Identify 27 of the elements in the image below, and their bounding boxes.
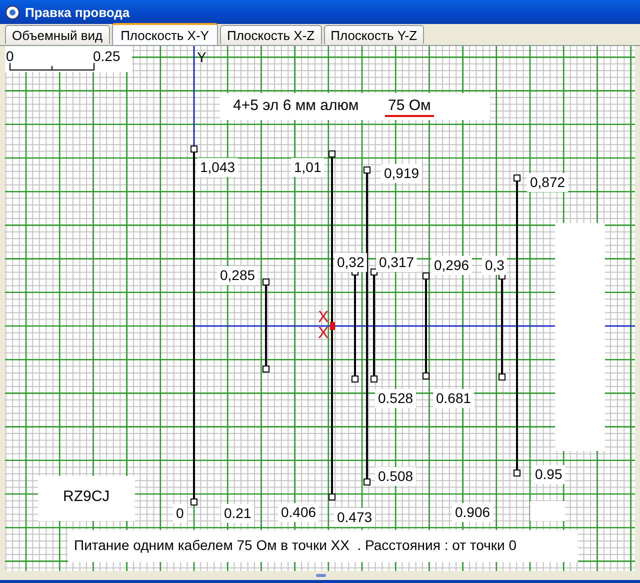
dimension-label: 0 [173, 504, 187, 523]
dimension-label: 0.473 [334, 508, 376, 527]
dimension-label: 1,043 [197, 158, 238, 177]
resize-handle[interactable] [316, 574, 326, 577]
dimension-label: 0,919 [381, 164, 422, 183]
dimension-label: 0,296 [431, 256, 472, 275]
dimension-label: 0.21 [221, 504, 254, 523]
blank-panel [530, 501, 565, 521]
dimension-label: 0.528 [375, 389, 416, 408]
dimension-label: 0,285 [217, 266, 258, 285]
window-title: Правка провода [25, 4, 130, 20]
dimension-label: 0,32 [334, 253, 368, 272]
app-icon [5, 4, 20, 20]
tab[interactable]: Плоскость Y-Z [324, 25, 424, 44]
tab[interactable]: Плоскость X-Z [220, 25, 322, 44]
feed-point-icon [330, 322, 335, 330]
dimension-label: 0,317 [376, 253, 418, 272]
dimension-label: 0,872 [527, 173, 568, 192]
dimension-label: 0.406 [278, 503, 320, 522]
dimension-label: 0.95 [532, 465, 566, 484]
dimension-label: 0.906 [452, 503, 494, 522]
tab[interactable]: Плоскость X-Y [112, 23, 218, 45]
dimension-label: 0.681 [433, 389, 474, 408]
tab[interactable]: Объемный вид [5, 25, 110, 44]
dimension-label: 1,01 [291, 158, 324, 177]
dimension-label: 0,3 [482, 256, 508, 275]
dimension-label: 0.508 [375, 467, 416, 486]
